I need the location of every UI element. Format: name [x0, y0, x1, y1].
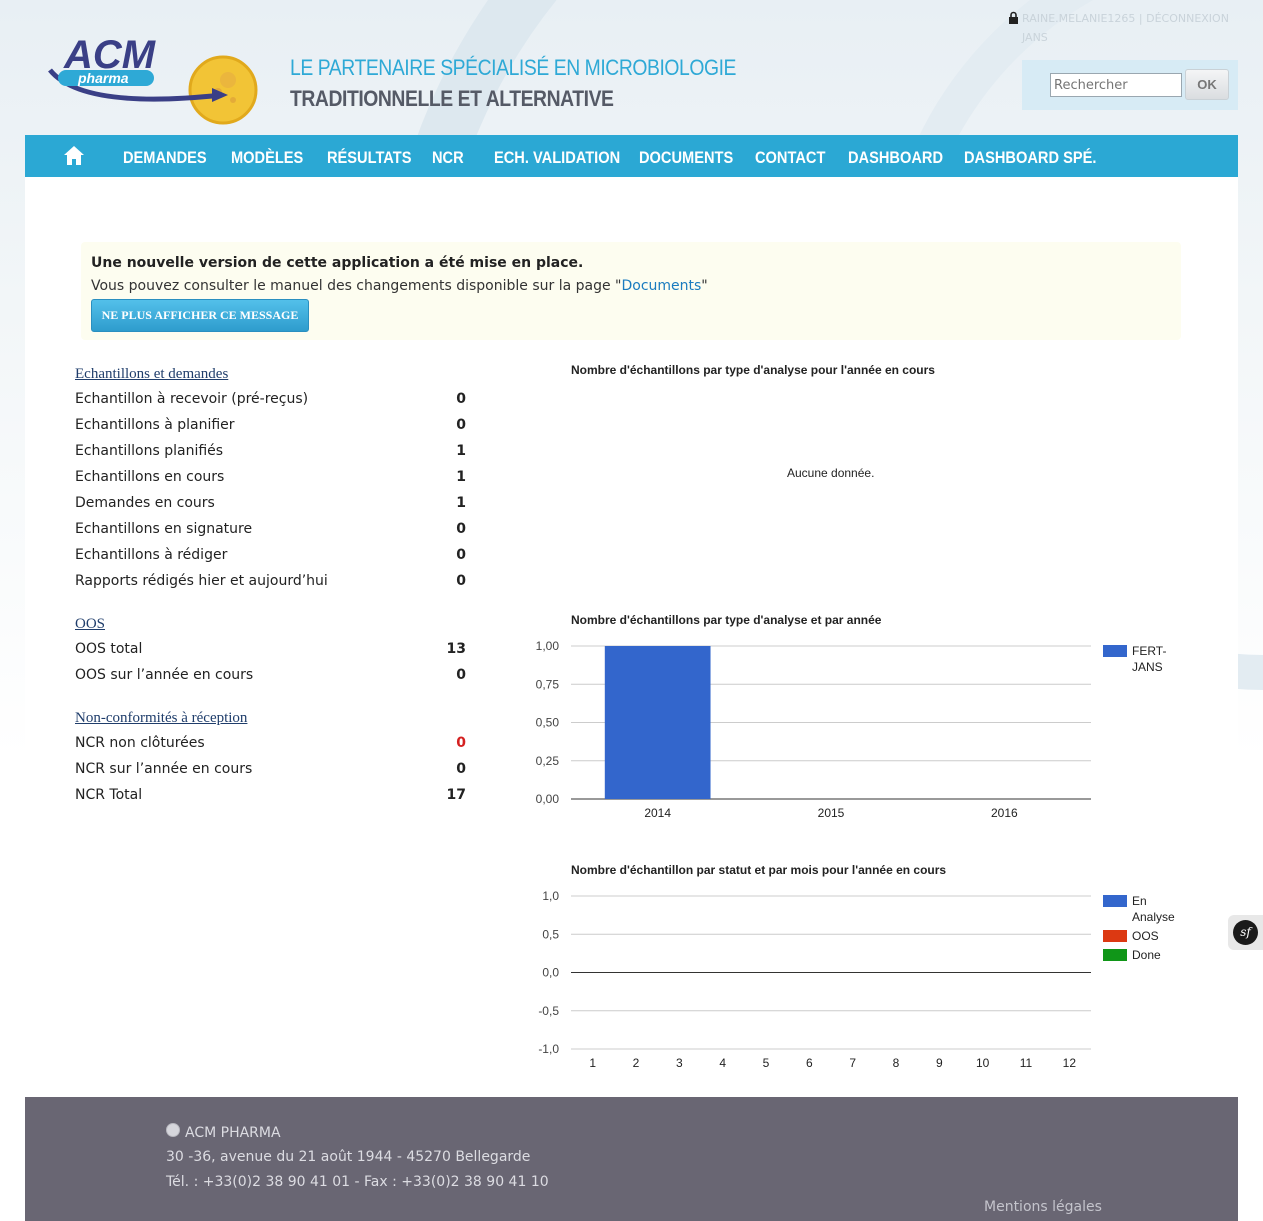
legend-swatch [1103, 949, 1127, 961]
stat-row: NCR sur l’année en cours 0 [75, 761, 466, 777]
chart3-line-chart: -1,0-0,50,00,51,01 2 3 4 5 6 7 8 9 10 11 12EnAnalys… [538, 889, 1175, 1070]
user-logout-link[interactable]: RAINE.MELANIE1265 | DÉCONNEXION [1022, 12, 1229, 25]
main-nav: DEMANDES MODÈLES RÉSULTATS NCR ECH. VALI… [25, 135, 1238, 177]
y-tick-label: -1,0 [538, 1042, 559, 1056]
chart1-title: Nombre d'échantillons par type d'analyse… [571, 363, 935, 377]
nav-modeles[interactable]: MODÈLES [231, 135, 303, 177]
chart2-bar-chart: 0,00 0,25 0,50 0,75 1,00 2014 2015 2016 FERT- JAN… [536, 639, 1167, 820]
footer-phone: Tél. : +33(0)2 38 90 41 01 - Fax : +33(0… [166, 1174, 549, 1190]
svg-text:pharma: pharma [77, 70, 129, 86]
bar [604, 646, 711, 799]
user-company: JANS [1022, 31, 1048, 44]
x-tick-label: 5 [763, 1056, 770, 1070]
x-tick-label: 11 [1020, 1056, 1033, 1070]
x-tick-label: 1 [589, 1056, 596, 1070]
site-footer: ACM PHARMA 30 -36, avenue du 21 août 194… [25, 1097, 1238, 1221]
x-tick-label: 12 [1063, 1056, 1077, 1070]
x-tick-label: 2016 [991, 806, 1018, 820]
chart3-title: Nombre d'échantillon par statut et par m… [571, 863, 947, 877]
y-tick-label: 1,00 [536, 639, 560, 653]
y-tick-label: 0,50 [536, 716, 560, 730]
nav-contact[interactable]: CONTACT [755, 135, 825, 177]
x-tick-label: 7 [849, 1056, 856, 1070]
stat-row: Echantillon à recevoir (pré-reçus) 0 [75, 391, 466, 407]
dismiss-message-button[interactable]: NE PLUS AFFICHER CE MESSAGE [91, 299, 309, 332]
legend-label: En [1132, 894, 1147, 908]
tagline-line-1: LE PARTENAIRE SPÉCIALISÉ EN MICROBIOLOGI… [290, 55, 737, 80]
home-icon[interactable] [63, 144, 85, 166]
search-input[interactable] [1050, 73, 1182, 97]
x-tick-label: 10 [976, 1056, 990, 1070]
y-tick-label: 1,0 [542, 889, 559, 903]
stat-row: Echantillons à planifier 0 [75, 417, 466, 433]
y-tick-label: 0,5 [542, 927, 559, 941]
lock-icon [1008, 11, 1019, 29]
symfony-icon: sf [1233, 920, 1258, 945]
x-tick-label: 8 [893, 1056, 900, 1070]
footer-company: ACM PHARMA [166, 1123, 281, 1141]
version-notice: Une nouvelle version de cette applicatio… [81, 242, 1181, 340]
y-tick-label: 0,25 [536, 754, 560, 768]
x-tick-label: 2015 [818, 806, 845, 820]
stat-row: Demandes en cours 1 [75, 495, 466, 511]
footer-address: 30 -36, avenue du 21 août 1944 - 45270 B… [166, 1149, 531, 1165]
legal-notice-link[interactable]: Mentions légales [984, 1199, 1102, 1215]
acm-pharma-logo[interactable]: ACM pharma [42, 30, 262, 130]
site-tagline: LE PARTENAIRE SPÉCIALISÉ EN MICROBIOLOGI… [290, 52, 736, 114]
stat-row: Echantillons à rédiger 0 [75, 547, 466, 563]
company-bullet-icon [166, 1123, 180, 1137]
section-title-echantillons[interactable]: Echantillons et demandes [75, 366, 228, 383]
tagline-line-2: TRADITIONNELLE ET ALTERNATIVE [290, 86, 614, 111]
legend-label: Analyse [1132, 910, 1175, 924]
stat-row: Echantillons planifiés 1 [75, 443, 466, 459]
legend-label: Done [1132, 948, 1161, 962]
nav-ncr[interactable]: NCR [432, 135, 464, 177]
search-box: OK [1022, 60, 1238, 110]
stat-row: Echantillons en signature 0 [75, 521, 466, 537]
section-title-oos[interactable]: OOS [75, 616, 105, 633]
documents-link[interactable]: Documents [621, 278, 701, 294]
legend-label: JANS [1132, 660, 1163, 674]
x-tick-label: 3 [676, 1056, 683, 1070]
legend-swatch [1103, 895, 1127, 907]
legend-swatch [1103, 930, 1127, 942]
notice-title: Une nouvelle version de cette applicatio… [91, 255, 584, 271]
x-tick-label: 2014 [644, 806, 671, 820]
section-title-ncr[interactable]: Non-conformités à réception [75, 710, 247, 727]
search-ok-button[interactable]: OK [1185, 69, 1229, 100]
nav-ech-validation[interactable]: ECH. VALIDATION [494, 135, 620, 177]
stat-row: NCR Total 17 [75, 787, 466, 803]
chart1-empty-text: Aucune donnée. [787, 466, 875, 480]
notice-text: Vous pouvez consulter le manuel des chan… [91, 278, 708, 294]
stat-row: Echantillons en cours 1 [75, 469, 466, 485]
stat-row: Rapports rédigés hier et aujourd’hui 0 [75, 573, 466, 589]
nav-dashboard-spe[interactable]: DASHBOARD SPÉ. [964, 135, 1096, 177]
x-tick-label: 4 [719, 1056, 726, 1070]
nav-documents[interactable]: DOCUMENTS [639, 135, 733, 177]
y-tick-label: -0,5 [538, 1004, 559, 1018]
y-tick-label: 0,75 [536, 677, 560, 691]
user-bar: RAINE.MELANIE1265 | DÉCONNEXION JANS [1008, 10, 1248, 46]
legend-swatch [1103, 645, 1127, 657]
stat-row: OOS sur l’année en cours 0 [75, 667, 466, 683]
chart2-title: Nombre d'échantillons par type d'analyse… [571, 613, 882, 627]
x-tick-label: 6 [806, 1056, 813, 1070]
nav-dashboard[interactable]: DASHBOARD [848, 135, 943, 177]
stat-row: NCR non clôturées 0 [75, 735, 466, 751]
symfony-toolbar-toggle[interactable]: sf [1228, 915, 1263, 950]
y-tick-label: 0,0 [542, 966, 559, 980]
y-tick-label: 0,00 [536, 792, 560, 806]
stat-row: OOS total 13 [75, 641, 466, 657]
legend-label: FERT- [1132, 644, 1166, 658]
x-tick-label: 2 [633, 1056, 640, 1070]
x-tick-label: 9 [936, 1056, 943, 1070]
nav-demandes[interactable]: DEMANDES [123, 135, 207, 177]
legend-label: OOS [1132, 929, 1159, 943]
site-header: ACM pharma LE PARTENAIRE SPÉCIALISÉ EN M… [0, 0, 1263, 135]
nav-resultats[interactable]: RÉSULTATS [327, 135, 411, 177]
